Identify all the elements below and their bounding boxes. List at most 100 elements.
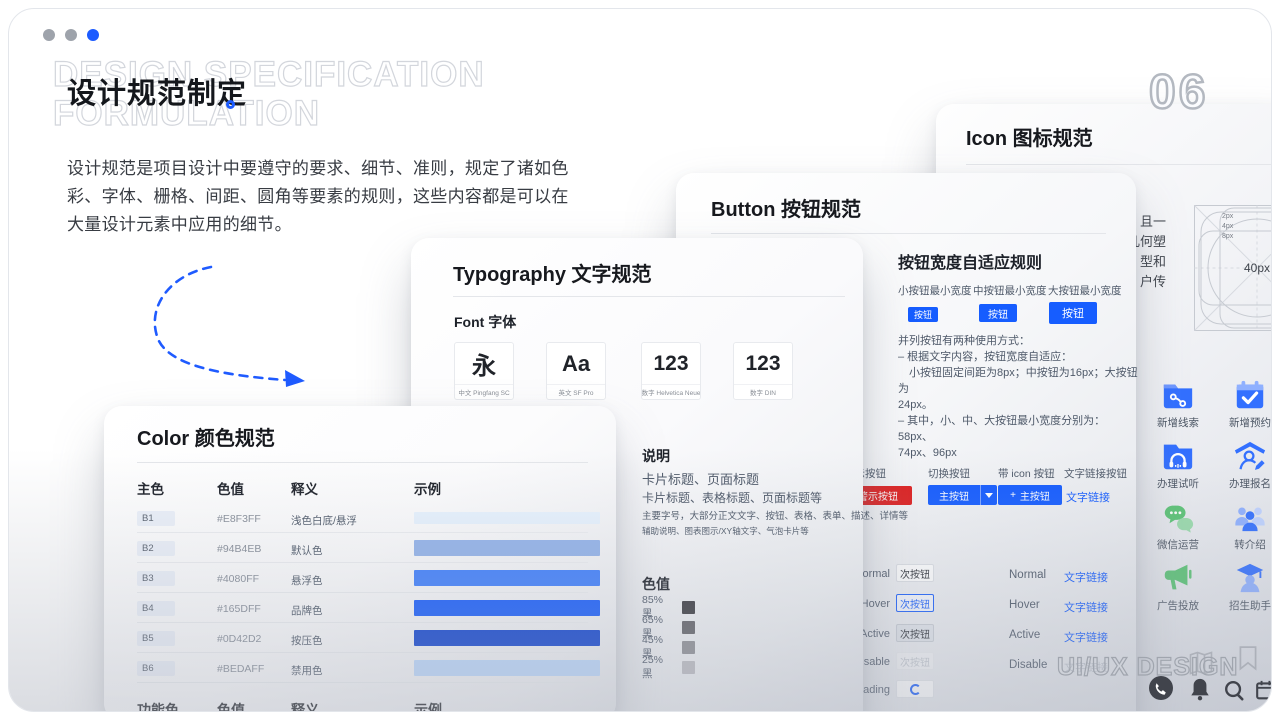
color-bar [414, 630, 600, 646]
size-label: 小按钮最小宽度 [898, 285, 972, 297]
font-sample-en: Aa 英文 SF Pro [546, 342, 606, 400]
section-title: 按钮宽度自适应规则 [898, 255, 1043, 272]
font-sample-cn: 永 中文 Pingfang SC [454, 342, 514, 400]
color-name-chip: B1 [137, 511, 175, 526]
secondary-button-normal[interactable]: 次按钮 [896, 564, 934, 582]
color-bar [414, 660, 600, 676]
secondary-button-active[interactable]: 次按钮 [896, 624, 934, 642]
color-hex: #4080FF [217, 573, 260, 585]
gray-swatch-row: 25%黑 [642, 654, 695, 680]
color-name-chip: B3 [137, 571, 175, 586]
color-hex: #165DFF [217, 603, 261, 615]
color-meaning: 默认色 [291, 545, 323, 557]
icon-example[interactable]: 招生助手 [1229, 561, 1271, 613]
text-link-active[interactable]: 文字链接 [1064, 629, 1108, 645]
headset-folder-icon [1163, 444, 1193, 470]
bell-icon[interactable] [1189, 677, 1211, 701]
color-meaning: 品牌色 [291, 605, 323, 617]
color-swatch [682, 641, 695, 654]
color-hex: #0D42D2 [217, 633, 262, 645]
icon-label: 广告投放 [1157, 600, 1199, 612]
secondary-button-loading [896, 680, 934, 698]
referral-people-icon [1235, 507, 1265, 532]
icon-example[interactable]: 广告投放 [1157, 561, 1199, 613]
divider [711, 233, 1106, 234]
color-swatch [682, 661, 695, 674]
window-dot-1[interactable] [43, 29, 55, 41]
text-link-hover[interactable]: 文字链接 [1064, 599, 1108, 615]
calendar-icon[interactable] [1255, 679, 1272, 701]
calendar-check-icon [1236, 380, 1264, 409]
color-swatch [682, 601, 695, 614]
column-header: 色值 [217, 702, 245, 712]
icon-example[interactable]: 办理试听 [1157, 439, 1199, 491]
column-header: 示例 [414, 482, 441, 497]
section-title: 色值 [642, 576, 670, 592]
large-button-sample[interactable]: 按钮 [1049, 302, 1097, 324]
note-line: 主要字号，大部分正文文字、按钮、表格、表单、描述、详情等 [642, 511, 909, 522]
state-label: Normal [1009, 569, 1047, 581]
icon-example[interactable]: 新增预约 [1229, 378, 1271, 430]
title-dot-icon [226, 100, 235, 109]
text-link-sample[interactable]: 文字链接 [1066, 489, 1110, 505]
color-meaning: 禁用色 [291, 665, 323, 677]
icon-label: 办理报名 [1229, 478, 1271, 490]
color-hex: #94B4EB [217, 543, 262, 555]
svg-text:4px: 4px [1222, 223, 1234, 230]
secondary-button-hover[interactable]: 次按钮 [896, 594, 934, 612]
state-label: Hover [1009, 599, 1040, 611]
color-name-chip: B5 [137, 631, 175, 646]
medium-button-sample[interactable]: 按钮 [979, 304, 1017, 322]
window-dot-3[interactable] [87, 29, 99, 41]
bookmark-icon [1239, 646, 1257, 671]
phone-icon[interactable] [1148, 675, 1174, 701]
divider [453, 296, 845, 297]
toggle-button-sample[interactable]: 主按钮 [928, 485, 997, 505]
plus-icon: + [1010, 489, 1016, 501]
secondary-button-disable: 次按钮 [896, 652, 934, 670]
slide-stage: DESIGN SPECIFICATION FORMULATION 设计规范制定 … [0, 0, 1280, 720]
size-label: 中按钮最小宽度 [973, 285, 1047, 297]
divider [137, 462, 588, 463]
color-bar [414, 570, 600, 586]
icon-label: 新增线索 [1157, 417, 1199, 429]
svg-text:40px: 40px [1244, 261, 1270, 275]
slide-frame: DESIGN SPECIFICATION FORMULATION 设计规范制定 … [8, 8, 1272, 712]
enroll-house-icon [1234, 441, 1266, 470]
window-dot-2[interactable] [65, 29, 77, 41]
icon-example[interactable]: 新增线索 [1157, 378, 1199, 430]
color-swatch [682, 621, 695, 634]
color-bar [414, 540, 600, 556]
graduate-icon [1236, 563, 1264, 593]
megaphone-icon [1164, 564, 1192, 590]
icon-grid-diagram: 2px 4px 8px 40px [1194, 205, 1271, 331]
svg-text:2px: 2px [1222, 213, 1234, 220]
toggle-button-main[interactable]: 主按钮 [928, 485, 980, 505]
card-title: Button 按钮规范 [711, 199, 861, 221]
color-bar [414, 512, 600, 524]
card-title: Typography 文字规范 [453, 264, 652, 286]
icon-example[interactable]: 微信运营 [1157, 500, 1199, 552]
chevron-down-icon[interactable] [980, 485, 997, 505]
column-header: 主色 [137, 482, 164, 497]
page-title: 设计规范制定 [67, 78, 248, 110]
text-link-normal[interactable]: 文字链接 [1064, 569, 1108, 585]
color-meaning: 悬浮色 [291, 575, 323, 587]
icon-label: 微信运营 [1157, 539, 1199, 551]
icon-example[interactable]: 转介绍 [1233, 500, 1267, 552]
icon-button-sample[interactable]: + 主按钮 [998, 485, 1062, 505]
table-row: B6 #BEDAFF 禁用色 [137, 653, 600, 683]
small-button-sample[interactable]: 按钮 [908, 307, 938, 322]
icon-label: 新增预约 [1229, 417, 1271, 429]
compass-icon [1269, 647, 1272, 671]
search-icon[interactable] [1223, 679, 1245, 701]
card-title: Color 颜色规范 [137, 428, 275, 450]
icon-example[interactable]: 办理报名 [1229, 439, 1271, 491]
section-title: 说明 [642, 448, 670, 464]
column-header: 色值 [217, 482, 244, 497]
column-header: 功能色 [137, 702, 179, 712]
color-hex: #E8F3FF [217, 513, 261, 525]
color-name-chip: B6 [137, 661, 175, 676]
dashed-arrow-icon [153, 265, 305, 387]
table-row: B4 #165DFF 品牌色 [137, 593, 600, 623]
